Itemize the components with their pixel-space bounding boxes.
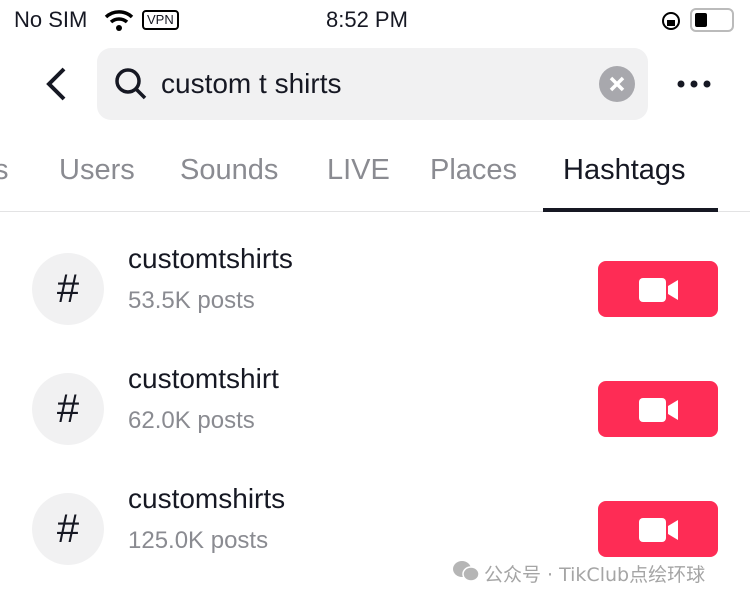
wechat-icon: [453, 561, 480, 582]
more-icon[interactable]: [676, 78, 712, 90]
record-button[interactable]: [598, 501, 718, 557]
back-arrow-icon[interactable]: [42, 66, 70, 102]
watermark: 公众号 · TikClub点绘环球: [484, 564, 706, 586]
hashtag-row[interactable]: # customtshirts 53.5K posts: [0, 241, 750, 361]
video-camera-icon: [639, 278, 678, 302]
vpn-badge: VPN: [142, 10, 179, 30]
tab-videos[interactable]: s: [0, 154, 9, 187]
tab-live[interactable]: LIVE: [327, 154, 390, 187]
hashtag-name: customshirts: [128, 483, 286, 514]
tab-places[interactable]: Places: [430, 154, 517, 187]
hashtag-name: customtshirt: [128, 363, 279, 394]
post-count: 53.5K posts: [128, 287, 255, 314]
search-input[interactable]: custom t shirts: [97, 48, 648, 120]
hashtag-icon: #: [32, 253, 104, 325]
search-icon: [115, 68, 147, 100]
wifi-icon: [104, 10, 134, 31]
post-count: 125.0K posts: [128, 527, 269, 554]
clock: 8:52 PM: [326, 7, 408, 32]
hashtag-name: customtshirts: [128, 243, 293, 274]
carrier-label: No SIM: [14, 7, 88, 32]
tab-sounds[interactable]: Sounds: [180, 154, 278, 187]
tab-hashtags[interactable]: Hashtags: [563, 154, 686, 187]
clear-icon[interactable]: [599, 66, 635, 102]
battery-icon: [690, 8, 734, 32]
record-button[interactable]: [598, 381, 718, 437]
post-count: 62.0K posts: [128, 407, 255, 434]
video-camera-icon: [639, 398, 678, 422]
record-button[interactable]: [598, 261, 718, 317]
tab-users[interactable]: Users: [59, 154, 135, 187]
video-camera-icon: [639, 518, 678, 542]
hashtag-icon: #: [32, 373, 104, 445]
hashtag-icon: #: [32, 493, 104, 565]
rotation-lock-icon: [662, 12, 680, 30]
search-query: custom t shirts: [161, 68, 342, 99]
active-tab-indicator: [543, 208, 718, 212]
hashtag-row[interactable]: # customtshirt 62.0K posts: [0, 361, 750, 481]
